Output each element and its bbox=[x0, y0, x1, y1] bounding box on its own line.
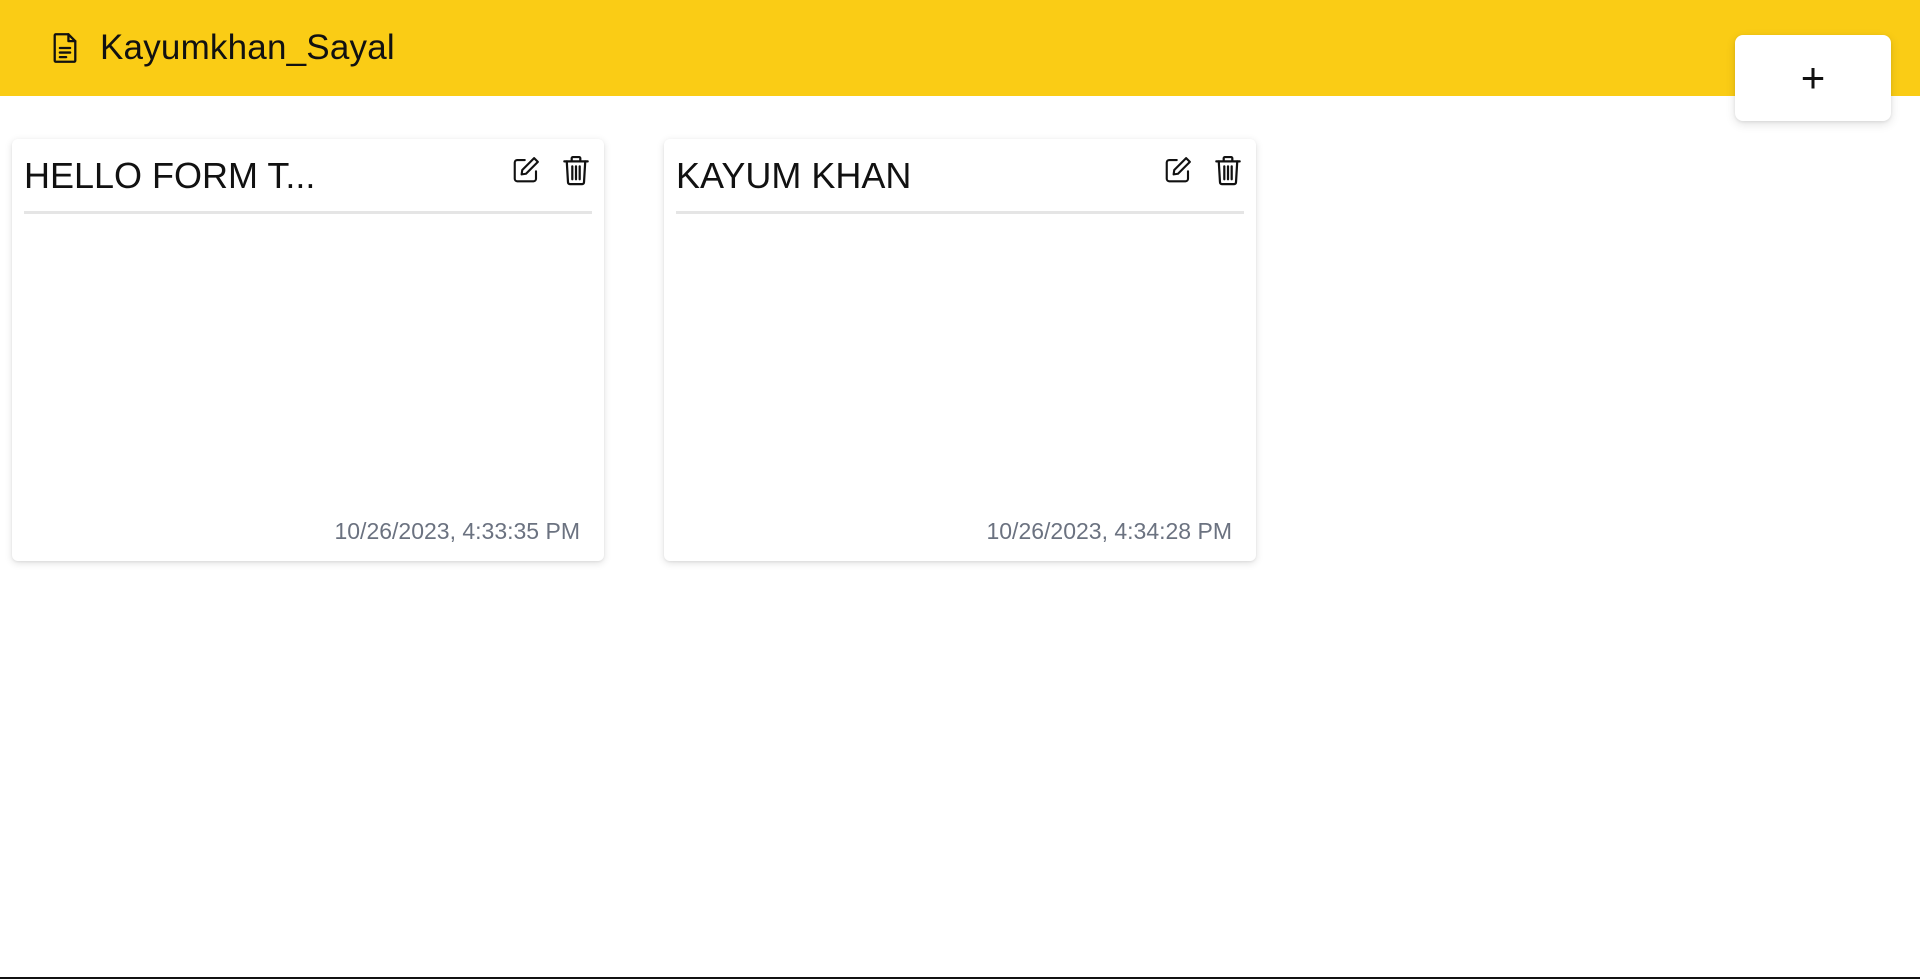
note-timestamp: 10/26/2023, 4:33:35 PM bbox=[334, 518, 580, 544]
note-actions bbox=[1162, 153, 1244, 187]
add-note-button[interactable]: + bbox=[1735, 35, 1891, 121]
edit-icon[interactable] bbox=[510, 153, 542, 187]
note-card-header: HELLO FORM T... bbox=[24, 139, 592, 214]
app-title: Kayumkhan_Sayal bbox=[100, 28, 395, 67]
note-card: HELLO FORM T... 10/26/2023, 4:33:35 PM bbox=[12, 139, 604, 561]
notes-grid: HELLO FORM T... 10/26/2023, 4:33:35 PM K… bbox=[12, 139, 1256, 561]
trash-icon[interactable] bbox=[1212, 153, 1244, 187]
edit-icon[interactable] bbox=[1162, 153, 1194, 187]
note-title: HELLO FORM T... bbox=[24, 155, 316, 196]
page: Kayumkhan_Sayal + HELLO FORM T... 10/26/… bbox=[0, 0, 1920, 979]
note-timestamp: 10/26/2023, 4:34:28 PM bbox=[986, 518, 1232, 544]
note-actions bbox=[510, 153, 592, 187]
note-card: KAYUM KHAN 10/26/2023, 4:34:28 PM bbox=[664, 139, 1256, 561]
note-title: KAYUM KHAN bbox=[676, 155, 912, 196]
top-bar: Kayumkhan_Sayal bbox=[0, 0, 1920, 96]
plus-icon: + bbox=[1800, 54, 1826, 101]
note-card-header: KAYUM KHAN bbox=[676, 139, 1244, 214]
brand: Kayumkhan_Sayal bbox=[50, 28, 395, 68]
trash-icon[interactable] bbox=[560, 153, 592, 187]
document-icon bbox=[50, 31, 80, 65]
